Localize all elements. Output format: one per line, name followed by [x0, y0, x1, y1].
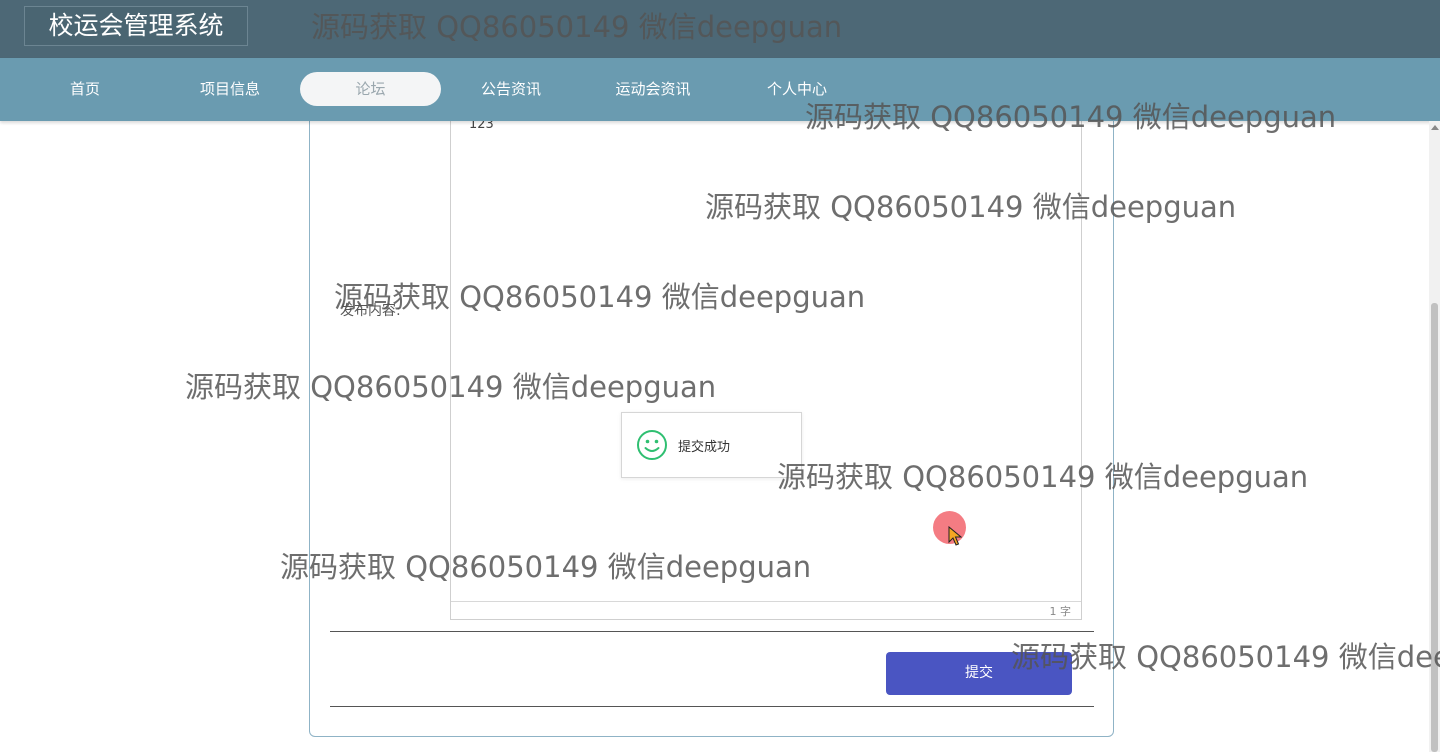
divider-bottom: [330, 706, 1094, 707]
scroll-up-icon[interactable]: [1431, 125, 1439, 130]
page-scrollbar[interactable]: [1429, 121, 1440, 752]
nav-item-profile[interactable]: 个人中心: [747, 72, 847, 106]
nav-item-projects[interactable]: 项目信息: [180, 72, 280, 106]
scroll-thumb[interactable]: [1431, 303, 1438, 752]
submit-button[interactable]: 提交: [886, 652, 1072, 695]
main-nav: 首页 项目信息 论坛 公告资讯 运动会资讯 个人中心: [0, 58, 1440, 121]
editor-footer: 1 字: [451, 601, 1081, 619]
app-title: 校运会管理系统: [24, 6, 248, 46]
nav-item-announcements[interactable]: 公告资讯: [461, 72, 561, 106]
nav-item-forum[interactable]: 论坛: [300, 72, 441, 106]
content-label: 发布内容:: [340, 303, 401, 319]
success-toast: 提交成功: [621, 412, 802, 478]
nav-item-home[interactable]: 首页: [35, 72, 135, 106]
content-editor[interactable]: 123 1 字: [450, 110, 1082, 620]
divider-top: [330, 631, 1094, 632]
nav-item-sports-news[interactable]: 运动会资讯: [598, 72, 708, 106]
mouse-cursor-icon: [948, 526, 962, 546]
top-header: 校运会管理系统: [0, 0, 1440, 58]
word-count: 1 字: [1049, 605, 1072, 618]
toast-message: 提交成功: [678, 440, 731, 455]
smile-icon: [637, 430, 667, 460]
